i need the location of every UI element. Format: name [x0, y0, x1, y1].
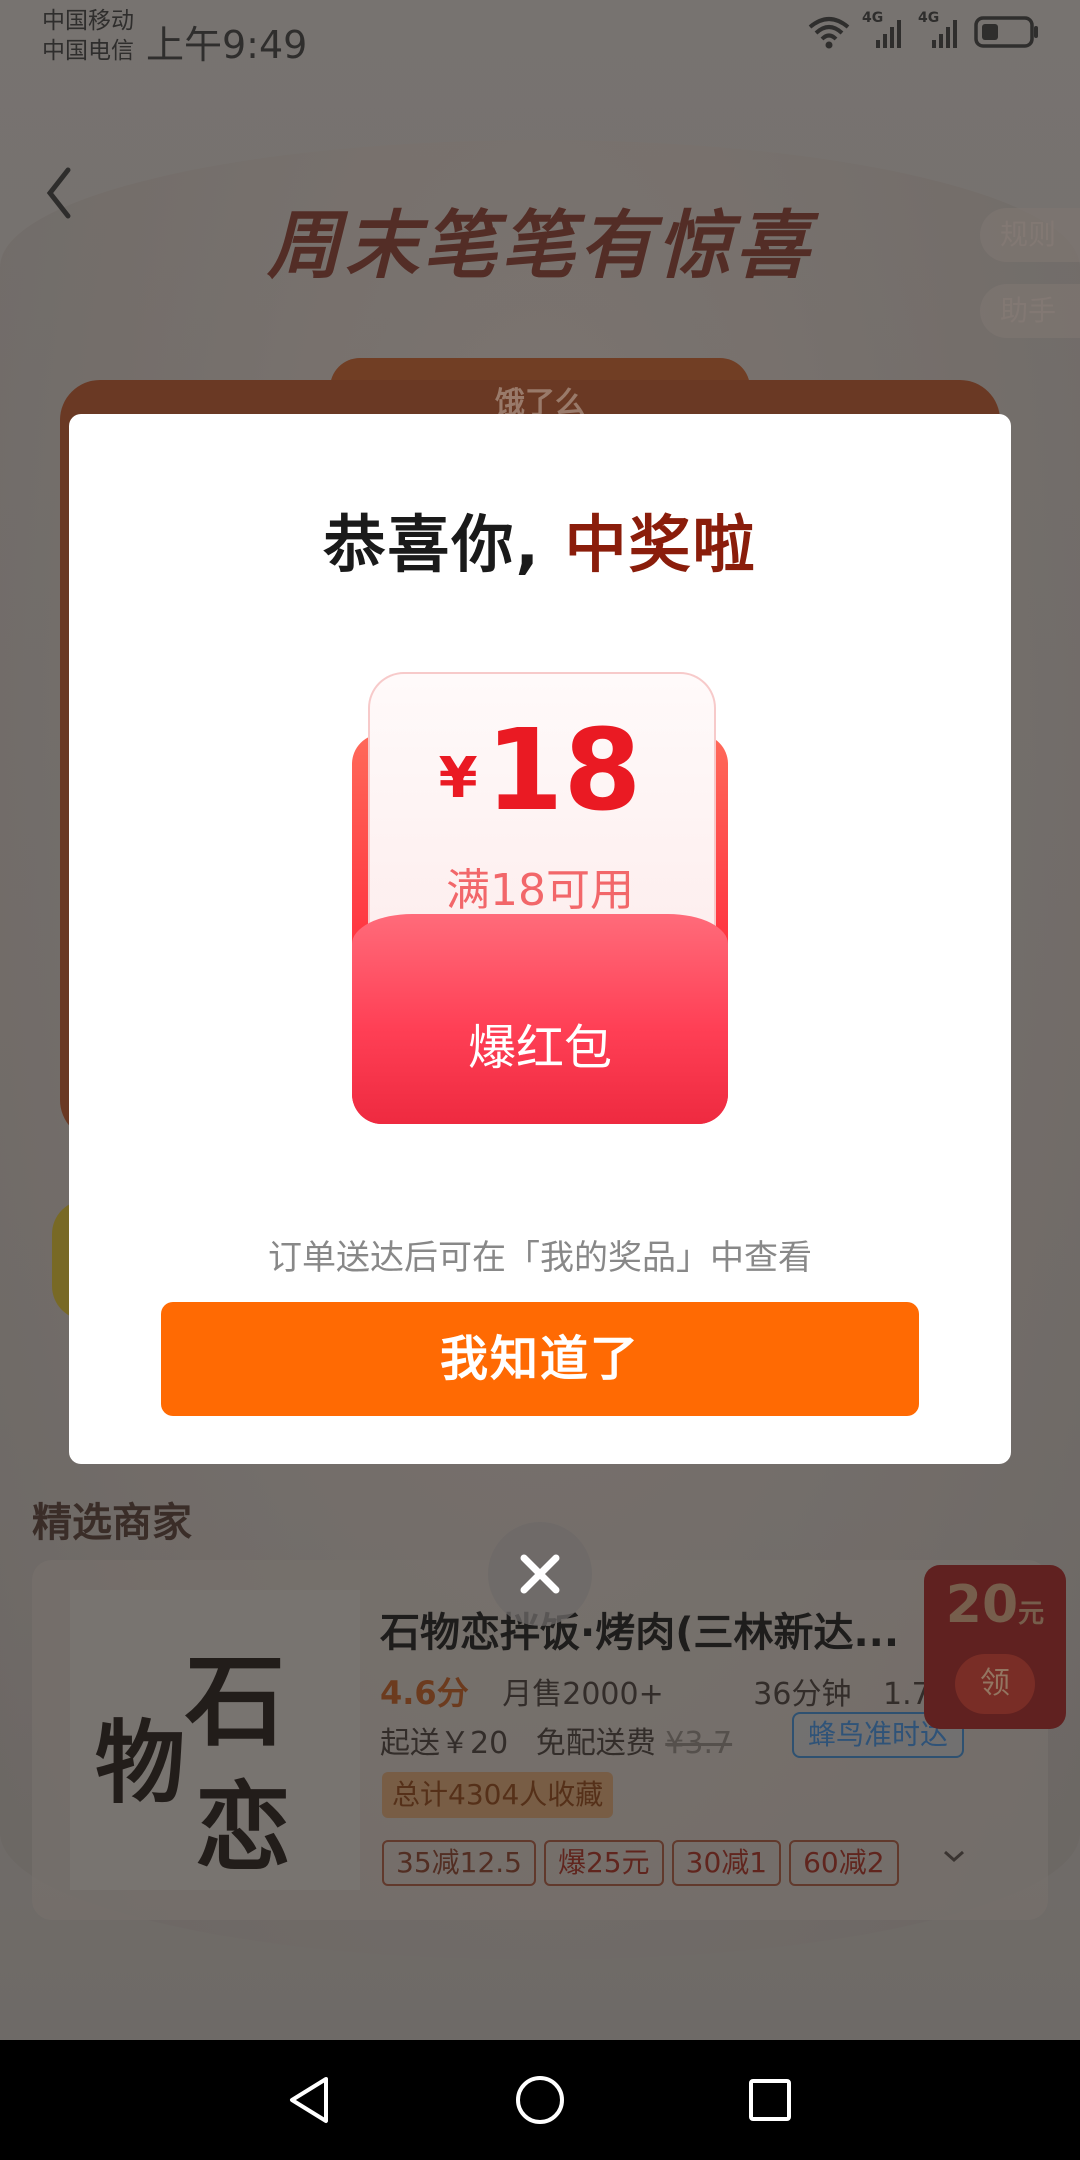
coupon-name: 爆红包	[467, 1020, 612, 1076]
dialog-hint: 订单送达后可在「我的奖品」中查看	[268, 1238, 812, 1278]
coupon-value: 18	[485, 706, 642, 836]
close-icon	[520, 1554, 560, 1594]
nav-recents-button[interactable]	[710, 2040, 830, 2160]
title-part-1: 恭喜你,	[323, 508, 541, 581]
coupon-amount: ¥18	[368, 706, 712, 836]
dialog-title: 恭喜你, 中奖啦	[69, 494, 1011, 584]
circle-home-icon	[516, 2076, 564, 2124]
prize-dialog: 恭喜你, 中奖啦 ¥18 满18可用 爆红包 订单送达后可在「我的奖品」中查看 …	[69, 414, 1011, 1464]
close-dialog-button[interactable]	[488, 1522, 592, 1626]
promo-page: 中国移动 中国电信 上午9:49 4G 4G 周末笔笔有惊喜 规则 助手 饿了么…	[0, 0, 1080, 2040]
square-recents-icon	[749, 2079, 791, 2121]
nav-home-button[interactable]	[480, 2040, 600, 2160]
nav-back-button[interactable]	[250, 2040, 370, 2160]
coupon-condition: 满18可用	[446, 865, 634, 916]
title-part-2: 中奖啦	[564, 508, 757, 581]
confirm-button[interactable]: 我知道了	[161, 1302, 919, 1416]
currency-symbol: ¥	[438, 746, 478, 811]
triangle-back-icon	[290, 2077, 328, 2123]
system-nav-bar	[0, 2040, 1080, 2160]
